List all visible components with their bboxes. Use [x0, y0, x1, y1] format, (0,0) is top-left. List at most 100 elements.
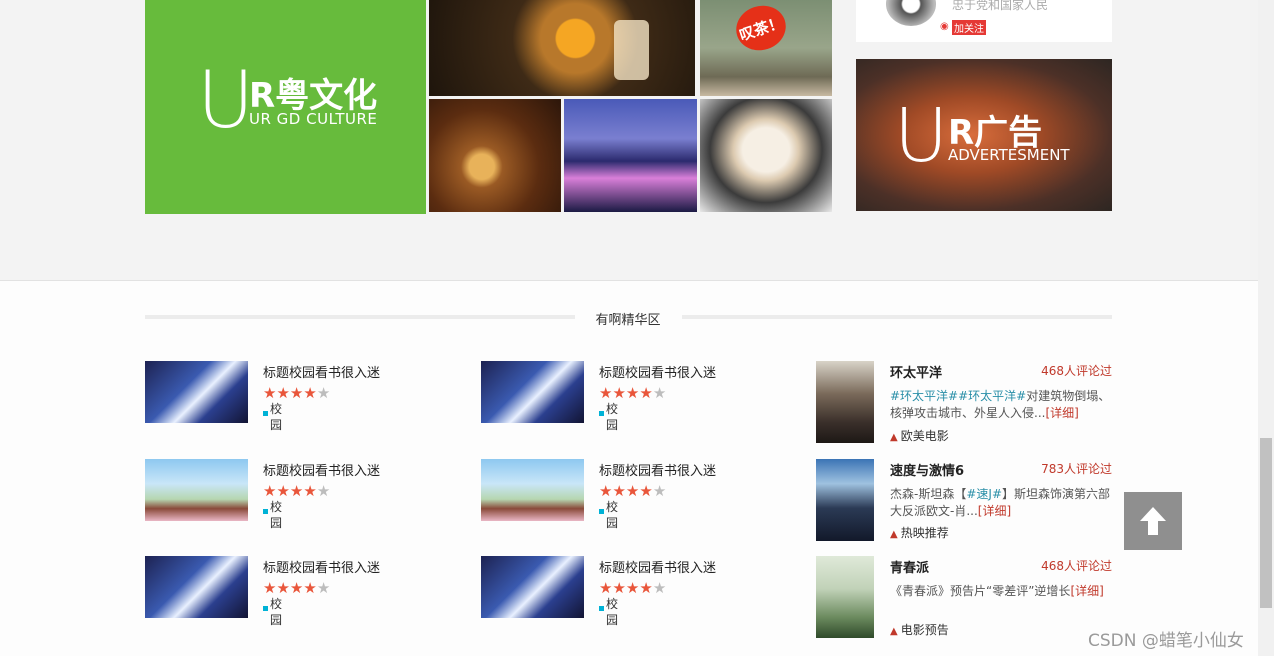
star-icon: ★	[316, 579, 331, 597]
photo-dumplings[interactable]	[700, 99, 832, 212]
follow-button[interactable]: ◉ 加关注	[940, 20, 986, 35]
movie-description: 杰森-斯坦森【#速J#】斯坦森饰演第六部大反派欧文-肖...[详细]	[890, 487, 1111, 518]
item-tag[interactable]: 校园	[606, 596, 620, 628]
section-divider-left	[145, 315, 575, 319]
movie-detail-link[interactable]: [详细]	[978, 504, 1011, 518]
scrollbar-thumb[interactable]	[1260, 438, 1272, 608]
star-icon: ★	[625, 384, 640, 402]
item-tag[interactable]: 校园	[606, 401, 620, 433]
item-thumbnail[interactable]	[481, 459, 584, 521]
star-icon: ★	[303, 482, 317, 500]
profile-motto: 忠于党和国家人民	[952, 0, 1049, 12]
photo-city-night[interactable]	[564, 99, 697, 212]
star-icon: ★	[263, 579, 277, 597]
star-icon: ★	[289, 579, 304, 597]
movie-hashtag[interactable]: #环太平洋##环太平洋#	[890, 389, 1026, 403]
photo-drink[interactable]	[429, 0, 695, 96]
star-icon: ★	[289, 384, 304, 402]
section-title: 有啊精华区	[578, 309, 678, 328]
item-thumbnail[interactable]	[481, 361, 584, 423]
movie-category[interactable]: ▲ 电影预告	[890, 621, 949, 638]
star-icon: ★	[612, 579, 626, 597]
item-thumbnail[interactable]	[145, 361, 248, 423]
star-rating: ★★★★★	[599, 386, 666, 401]
user-icon: ▲	[890, 432, 898, 443]
star-rating: ★★★★★	[263, 386, 330, 401]
ad-logo-u: U	[894, 93, 949, 179]
culture-tile[interactable]: U R粤文化 UR GD CULTURE	[145, 0, 426, 214]
movie-comment-count: 468人评论过	[1041, 559, 1112, 573]
star-icon: ★	[652, 384, 667, 402]
movie-description: #环太平洋##环太平洋#对建筑物倒塌、核弹攻击城市、外星人入侵...[详细]	[890, 389, 1111, 420]
item-title[interactable]: 标题校园看书很入迷	[599, 557, 716, 576]
item-title[interactable]: 标题校园看书很入迷	[599, 362, 716, 381]
star-icon: ★	[612, 482, 626, 500]
star-icon: ★	[303, 384, 317, 402]
movie-title[interactable]: 青春派	[890, 557, 929, 576]
star-rating: ★★★★★	[599, 484, 666, 499]
watermark: CSDN @蜡笔小仙女	[1088, 631, 1244, 651]
movie-comment-count: 468人评论过	[1041, 364, 1112, 378]
item-thumbnail[interactable]	[481, 556, 584, 618]
star-icon: ★	[652, 482, 667, 500]
item-title[interactable]: 标题校园看书很入迷	[263, 362, 380, 381]
tag-dot-icon	[599, 509, 604, 514]
tag-dot-icon	[599, 411, 604, 416]
movie-title[interactable]: 环太平洋	[890, 362, 942, 381]
movie-description: 《青春派》预告片“零差评”逆增长[详细]	[890, 584, 1104, 598]
star-icon: ★	[639, 579, 653, 597]
movie-category[interactable]: ▲ 欧美电影	[890, 427, 949, 444]
avatar[interactable]	[886, 0, 936, 26]
movie-poster[interactable]	[816, 556, 874, 638]
star-rating: ★★★★★	[263, 581, 330, 596]
item-tag[interactable]: 校园	[606, 499, 620, 531]
follow-label: 加关注	[954, 24, 984, 35]
tag-dot-icon	[263, 411, 268, 416]
movie-title[interactable]: 速度与激情6	[890, 460, 964, 479]
star-icon: ★	[316, 384, 331, 402]
item-thumbnail[interactable]	[145, 556, 248, 618]
star-icon: ★	[625, 579, 640, 597]
star-icon: ★	[625, 482, 640, 500]
star-icon: ★	[263, 482, 277, 500]
item-title[interactable]: 标题校园看书很入迷	[263, 460, 380, 479]
star-icon: ★	[599, 579, 613, 597]
item-title[interactable]: 标题校园看书很入迷	[599, 460, 716, 479]
movie-detail-link[interactable]: [详细]	[1045, 406, 1078, 420]
star-icon: ★	[276, 482, 290, 500]
movie-comment-count: 783人评论过	[1041, 462, 1112, 476]
star-rating: ★★★★★	[263, 484, 330, 499]
photo-tea[interactable]	[429, 99, 561, 212]
star-icon: ★	[599, 482, 613, 500]
movie-poster[interactable]	[816, 361, 874, 443]
tag-dot-icon	[599, 606, 604, 611]
profile-card: 忠于党和国家人民 ◉ 加关注	[856, 0, 1112, 42]
star-icon: ★	[639, 482, 653, 500]
culture-subtitle: UR GD CULTURE	[249, 110, 378, 128]
star-icon: ★	[652, 579, 667, 597]
arrow-up-icon	[1140, 507, 1166, 535]
movie-detail-link[interactable]: [详细]	[1070, 584, 1103, 598]
ad-subtitle: ADVERTESMENT	[948, 146, 1070, 164]
movie-poster[interactable]	[816, 459, 874, 541]
item-title[interactable]: 标题校园看书很入迷	[263, 557, 380, 576]
tag-dot-icon	[263, 606, 268, 611]
section-divider-right	[682, 315, 1112, 319]
item-tag[interactable]: 校园	[270, 596, 284, 628]
star-icon: ★	[276, 579, 290, 597]
item-tag[interactable]: 校园	[270, 499, 284, 531]
movie-hashtag[interactable]: #速J#	[966, 487, 1002, 501]
user-icon: ▲	[890, 529, 898, 540]
star-icon: ★	[612, 384, 626, 402]
item-tag[interactable]: 校园	[270, 401, 284, 433]
star-icon: ★	[316, 482, 331, 500]
star-icon: ★	[599, 384, 613, 402]
star-icon: ★	[263, 384, 277, 402]
user-icon: ▲	[890, 626, 898, 637]
star-icon: ★	[276, 384, 290, 402]
ad-tile[interactable]: U R广告 ADVERTESMENT	[856, 59, 1112, 211]
item-thumbnail[interactable]	[145, 459, 248, 521]
movie-category[interactable]: ▲ 热映推荐	[890, 524, 949, 541]
back-to-top-button[interactable]	[1124, 492, 1182, 550]
star-icon: ★	[289, 482, 304, 500]
